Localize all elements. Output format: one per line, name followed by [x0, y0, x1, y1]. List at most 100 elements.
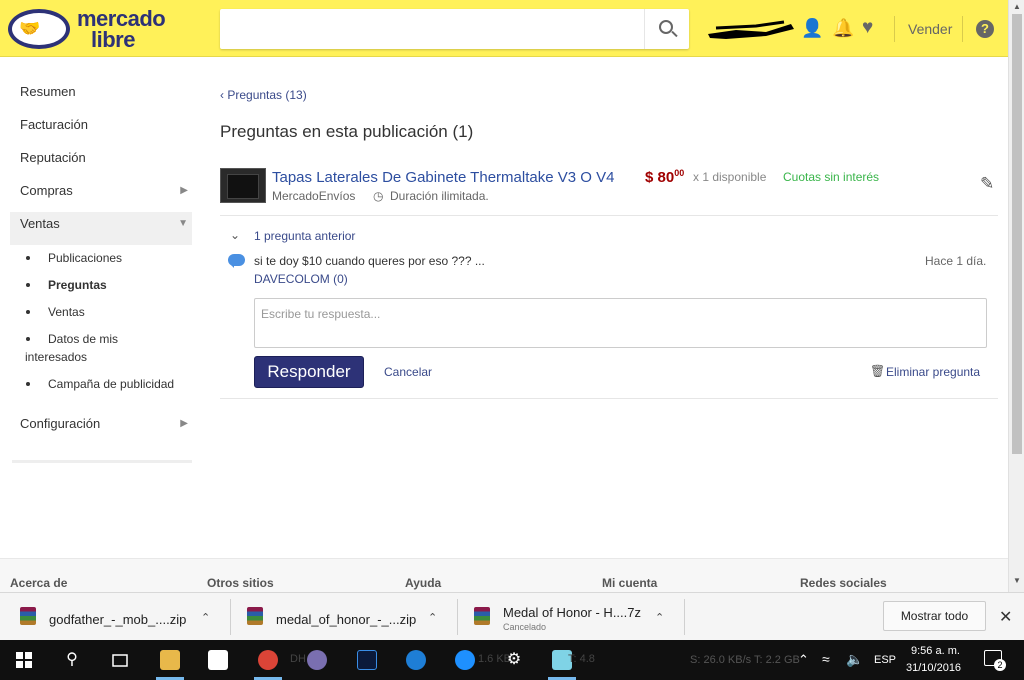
- footer-col-acerca[interactable]: Acerca de: [10, 576, 67, 590]
- submenu-item-publicaciones[interactable]: Publicaciones: [10, 249, 192, 267]
- duration-label: Duración ilimitada.: [390, 189, 489, 203]
- chevron-up-icon[interactable]: ⌃: [428, 611, 437, 624]
- footer-col-cuenta[interactable]: Mi cuenta: [602, 576, 657, 590]
- divider: [220, 215, 998, 216]
- bell-icon[interactable]: 🔔: [832, 18, 854, 38]
- edge-icon[interactable]: [406, 650, 426, 670]
- chevron-down-icon: ▼: [178, 218, 188, 229]
- chevron-up-icon[interactable]: ⌃: [655, 611, 664, 624]
- pencil-edit-icon[interactable]: ✎: [980, 174, 994, 194]
- search-button[interactable]: [644, 9, 689, 49]
- sidebar-item-ventas[interactable]: Ventas ▼: [10, 212, 192, 245]
- submenu-item-ventas[interactable]: Ventas: [10, 303, 192, 321]
- vender-link[interactable]: Vender: [908, 21, 952, 37]
- price-cents: 00: [674, 168, 685, 178]
- listing-thumbnail[interactable]: [220, 168, 266, 203]
- answer-textarea[interactable]: [254, 298, 987, 348]
- language-indicator[interactable]: ESP: [874, 654, 896, 666]
- trash-icon[interactable]: 🗑: [870, 364, 885, 378]
- price-integer: 80: [657, 169, 675, 186]
- submenu-item-datos-interesados[interactable]: Datos de mis interesados: [10, 330, 192, 366]
- cancel-link[interactable]: Cancelar: [384, 365, 432, 379]
- scroll-thumb[interactable]: [1012, 14, 1022, 454]
- question-text: si te doy $10 cuando queres por eso ??? …: [254, 254, 485, 268]
- clock-date[interactable]: 31/10/2016: [906, 662, 961, 674]
- submenu-item-campana[interactable]: Campaña de publicidad: [10, 375, 192, 393]
- search-icon[interactable]: ⚲: [58, 646, 86, 674]
- chevron-up-icon[interactable]: ⌃: [798, 652, 809, 668]
- handshake-logo-icon: 🤝: [8, 9, 70, 49]
- listing-row: Tapas Laterales De Gabinete Thermaltake …: [220, 168, 998, 208]
- notification-count: 2: [994, 659, 1006, 671]
- clock-time[interactable]: 9:56 a. m.: [911, 645, 960, 657]
- photoshop-icon[interactable]: [357, 650, 377, 670]
- windows-taskbar: ⚲ DH 1.6 KB/ ⚙ T: 4.8 S: 26.0 KB/s T: 2.…: [0, 640, 1024, 680]
- archive-file-icon: [247, 607, 263, 625]
- footer-col-otros[interactable]: Otros sitios: [207, 576, 274, 590]
- chevron-right-icon: ▶: [180, 418, 188, 429]
- chevron-down-icon[interactable]: ⌄: [230, 228, 240, 242]
- divider: [220, 398, 998, 399]
- wifi-icon[interactable]: ≈: [822, 651, 830, 667]
- taskbar-faint-label: T: 4.8: [568, 653, 595, 665]
- sidebar-item-label: Facturación: [20, 117, 88, 132]
- header-divider: [894, 16, 895, 42]
- footer-col-redes[interactable]: Redes sociales: [800, 576, 887, 590]
- download-filename: Medal of Honor - H....7z: [503, 605, 641, 620]
- settings-gear-icon[interactable]: ⚙: [500, 646, 528, 674]
- previous-questions-link[interactable]: 1 pregunta anterior: [254, 229, 355, 243]
- sidebar-item-label: Resumen: [20, 84, 76, 99]
- user-icon[interactable]: 👤: [801, 18, 823, 38]
- help-icon[interactable]: ?: [976, 20, 994, 38]
- store-icon[interactable]: [208, 650, 228, 670]
- close-icon[interactable]: ✕: [999, 607, 1012, 627]
- sidebar-item-compras[interactable]: Compras ▶: [10, 179, 192, 212]
- submenu-item-preguntas[interactable]: Preguntas: [10, 276, 192, 294]
- delete-question-link[interactable]: Eliminar pregunta: [886, 365, 980, 379]
- clock-icon: ◷: [373, 189, 384, 203]
- search-bar[interactable]: [220, 9, 689, 49]
- task-view-icon[interactable]: [106, 646, 134, 674]
- chrome-icon[interactable]: [258, 650, 278, 670]
- back-to-questions-link[interactable]: ‹ Preguntas (13): [220, 88, 307, 102]
- price-symbol: $: [645, 169, 654, 186]
- logo-text-line2: libre: [91, 27, 135, 52]
- torrent-icon[interactable]: [307, 650, 327, 670]
- listing-title-link[interactable]: Tapas Laterales De Gabinete Thermaltake …: [272, 169, 614, 186]
- mercadolibre-logo[interactable]: 🤝 mercado libre: [8, 7, 173, 51]
- download-status: Cancelado: [503, 622, 547, 632]
- listing-quantity: x 1 disponible: [693, 170, 767, 184]
- question-timestamp: Hace 1 día.: [925, 254, 987, 268]
- divider: [684, 599, 685, 635]
- archive-file-icon: [20, 607, 36, 625]
- sidebar-item-reputacion[interactable]: Reputación: [10, 146, 192, 179]
- volume-icon[interactable]: 🔈: [846, 651, 863, 668]
- windows-start-icon[interactable]: [10, 646, 38, 674]
- back-link-label: Preguntas (13): [227, 88, 307, 102]
- question-author-link[interactable]: DAVECOLOM (0): [254, 272, 348, 286]
- sidebar-nav: Resumen Facturación Reputación Compras ▶ …: [10, 80, 192, 445]
- file-explorer-icon[interactable]: [160, 650, 180, 670]
- submenu-label-line2: interesados: [25, 350, 88, 364]
- sidebar-bottom-divider: [12, 460, 192, 463]
- page-scrollbar[interactable]: ▲ ▼: [1008, 0, 1024, 596]
- sidebar-item-resumen[interactable]: Resumen: [10, 80, 192, 113]
- ventas-submenu: Publicaciones Preguntas Ventas Datos de …: [10, 245, 192, 412]
- scroll-down-arrow-icon[interactable]: ▼: [1013, 576, 1021, 585]
- taskbar-faint-label: DH: [290, 653, 306, 665]
- page-title: Preguntas en esta publicación (1): [220, 122, 474, 141]
- chevron-right-icon: ▶: [180, 185, 188, 196]
- sidebar-item-configuracion[interactable]: Configuración ▶: [10, 412, 192, 445]
- sidebar-item-label: Reputación: [20, 150, 86, 165]
- show-all-downloads-button[interactable]: Mostrar todo: [883, 601, 986, 631]
- heart-icon[interactable]: ♥: [862, 18, 873, 38]
- chevron-up-icon[interactable]: ⌃: [201, 611, 210, 624]
- header-divider: [962, 16, 963, 42]
- footer-col-ayuda[interactable]: Ayuda: [405, 576, 441, 590]
- ccleaner-icon[interactable]: [455, 650, 475, 670]
- shipping-label: MercadoEnvíos: [272, 189, 356, 203]
- responder-button[interactable]: Responder: [254, 356, 364, 388]
- sidebar-item-label: Configuración: [20, 416, 101, 431]
- scroll-up-arrow-icon[interactable]: ▲: [1013, 2, 1021, 11]
- sidebar-item-facturacion[interactable]: Facturación: [10, 113, 192, 146]
